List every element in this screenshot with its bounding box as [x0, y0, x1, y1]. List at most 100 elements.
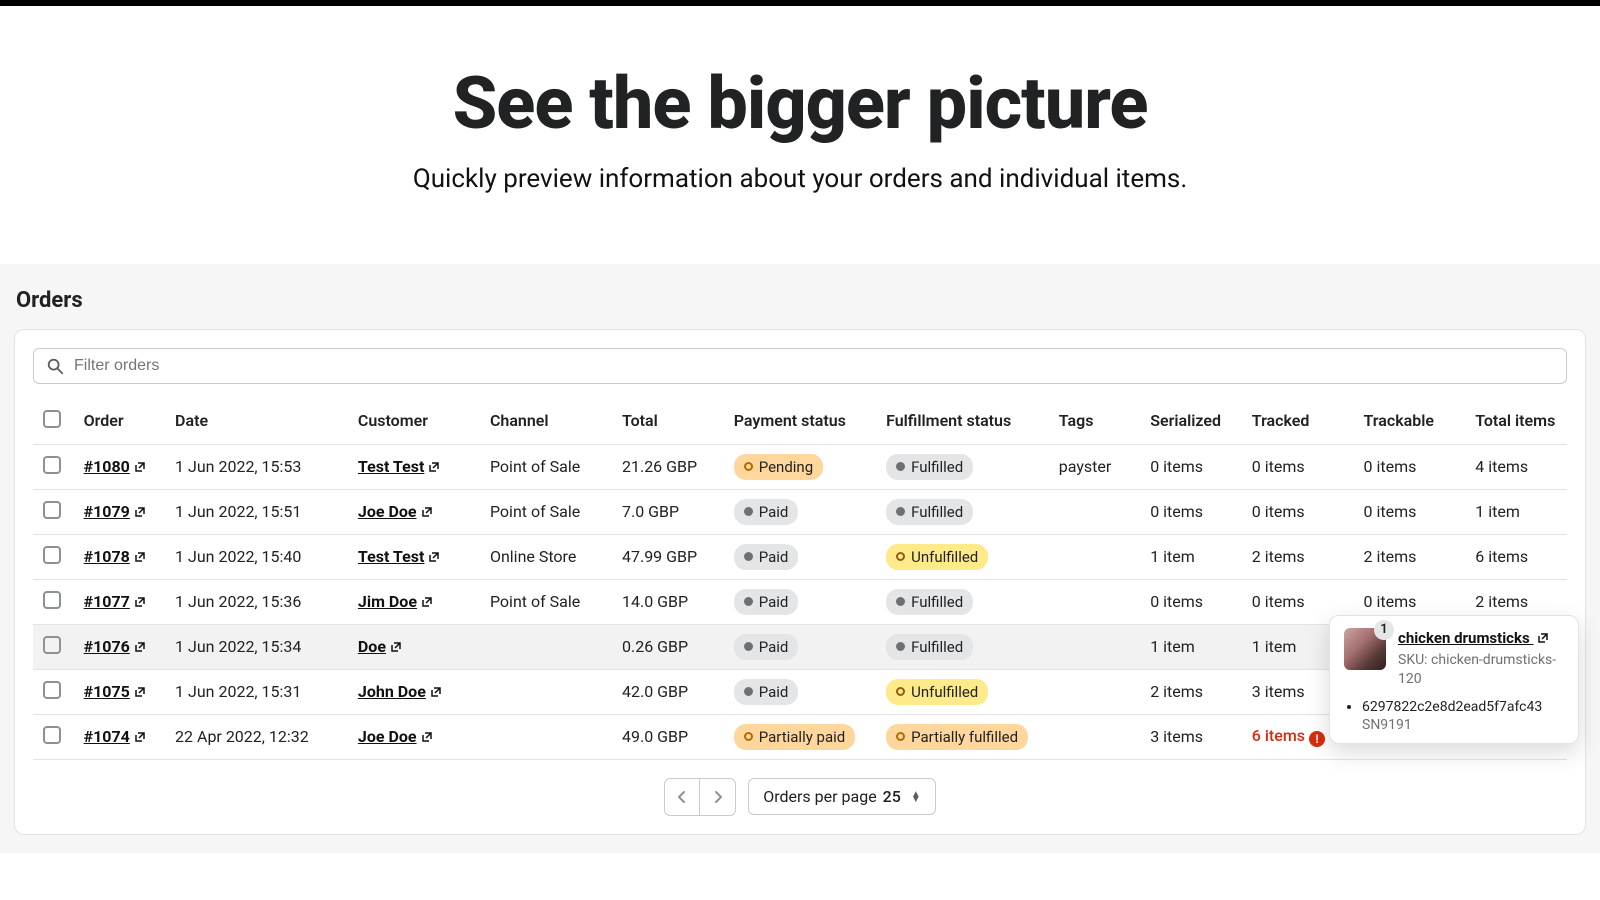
order-link[interactable]: #1077: [84, 592, 130, 611]
col-customer[interactable]: Customer: [348, 398, 480, 445]
col-trackable[interactable]: Trackable: [1354, 398, 1466, 445]
item-serial: 6297822c2e8d2ead5f7afc43: [1362, 699, 1564, 715]
col-total-items[interactable]: Total items: [1465, 398, 1567, 445]
external-link-icon: [134, 506, 146, 518]
status-badge: Fulfilled: [886, 499, 973, 525]
order-tracked: 2 items: [1242, 534, 1354, 579]
order-total: 7.0 GBP: [612, 489, 724, 534]
external-link-icon: [134, 596, 146, 608]
order-date: 1 Jun 2022, 15:40: [165, 534, 348, 579]
col-fulfillment-status[interactable]: Fulfillment status: [876, 398, 1049, 445]
order-channel: [480, 714, 612, 759]
row-checkbox[interactable]: [43, 546, 61, 564]
external-link-icon: [134, 731, 146, 743]
external-link-icon: [421, 506, 433, 518]
order-date: 1 Jun 2022, 15:51: [165, 489, 348, 534]
order-channel: Point of Sale: [480, 444, 612, 489]
customer-link[interactable]: Jim Doe: [358, 592, 417, 611]
sort-arrows-icon: ▲▼: [911, 792, 921, 802]
table-row[interactable]: #1080 1 Jun 2022, 15:53 Test Test Point …: [33, 444, 1567, 489]
external-link-icon: [430, 686, 442, 698]
external-link-icon: [134, 686, 146, 698]
order-tracked: 0 items: [1242, 489, 1354, 534]
order-serialized: 1 item: [1140, 624, 1242, 669]
external-link-icon: [134, 551, 146, 563]
order-date: 22 Apr 2022, 12:32: [165, 714, 348, 759]
order-tags: [1049, 534, 1140, 579]
hero-title: See the bigger picture: [20, 66, 1580, 142]
order-total: 0.26 GBP: [612, 624, 724, 669]
order-total-items: 1 item: [1465, 489, 1567, 534]
order-total: 42.0 GBP: [612, 669, 724, 714]
panel-title: Orders: [16, 288, 1586, 313]
order-date: 1 Jun 2022, 15:31: [165, 669, 348, 714]
row-checkbox[interactable]: [43, 726, 61, 744]
table-row[interactable]: #1079 1 Jun 2022, 15:51 Joe Doe Point of…: [33, 489, 1567, 534]
item-thumbnail: 1: [1344, 628, 1386, 670]
order-link[interactable]: #1075: [84, 682, 130, 701]
filter-input[interactable]: [74, 357, 1554, 375]
order-link[interactable]: #1076: [84, 637, 130, 656]
item-sn: SN9191: [1362, 717, 1564, 733]
table-row[interactable]: #1078 1 Jun 2022, 15:40 Test Test Online…: [33, 534, 1567, 579]
orders-panel: Order Date Customer Channel Total Paymen…: [14, 329, 1586, 835]
col-tags[interactable]: Tags: [1049, 398, 1140, 445]
order-trackable: 2 items: [1354, 534, 1466, 579]
filter-bar[interactable]: [33, 348, 1567, 384]
order-link[interactable]: #1074: [84, 727, 130, 746]
row-checkbox[interactable]: [43, 591, 61, 609]
order-channel: Point of Sale: [480, 579, 612, 624]
col-total[interactable]: Total: [612, 398, 724, 445]
order-link[interactable]: #1080: [84, 457, 130, 476]
external-link-icon: [428, 461, 440, 473]
next-page-button[interactable]: [700, 778, 736, 816]
row-checkbox[interactable]: [43, 501, 61, 519]
item-preview-popover: 1 chicken drumsticks SKU: chicken-drumst…: [1329, 615, 1579, 744]
order-serialized: 0 items: [1140, 489, 1242, 534]
order-tags: payster: [1049, 444, 1140, 489]
order-link[interactable]: #1079: [84, 502, 130, 521]
select-all-checkbox[interactable]: [43, 410, 61, 428]
order-total: 21.26 GBP: [612, 444, 724, 489]
col-date[interactable]: Date: [165, 398, 348, 445]
status-badge: Pending: [734, 454, 823, 480]
row-checkbox[interactable]: [43, 636, 61, 654]
col-channel[interactable]: Channel: [480, 398, 612, 445]
status-badge: Paid: [734, 679, 799, 705]
order-serialized: 2 items: [1140, 669, 1242, 714]
order-total: 14.0 GBP: [612, 579, 724, 624]
row-checkbox[interactable]: [43, 456, 61, 474]
customer-link[interactable]: John Doe: [358, 682, 426, 701]
col-serialized[interactable]: Serialized: [1140, 398, 1242, 445]
customer-link[interactable]: Test Test: [358, 457, 425, 476]
order-tracked: 0 items: [1242, 444, 1354, 489]
col-payment-status[interactable]: Payment status: [724, 398, 876, 445]
status-badge: Fulfilled: [886, 454, 973, 480]
orders-section: Orders Order Date Customer Channel Total…: [0, 264, 1600, 853]
customer-link[interactable]: Joe Doe: [358, 727, 417, 746]
order-serialized: 3 items: [1140, 714, 1242, 759]
order-link[interactable]: #1078: [84, 547, 130, 566]
per-page-value: 25: [883, 787, 901, 806]
status-badge: Unfulfilled: [886, 679, 988, 705]
external-link-icon: [428, 551, 440, 563]
col-order[interactable]: Order: [74, 398, 165, 445]
order-serialized: 1 item: [1140, 534, 1242, 579]
item-title-link[interactable]: chicken drumsticks: [1398, 629, 1549, 647]
customer-link[interactable]: Doe: [358, 637, 386, 656]
status-badge: Paid: [734, 544, 799, 570]
col-tracked[interactable]: Tracked: [1242, 398, 1354, 445]
row-checkbox[interactable]: [43, 681, 61, 699]
per-page-select[interactable]: Orders per page 25 ▲▼: [748, 778, 936, 815]
status-badge: Fulfilled: [886, 634, 973, 660]
order-date: 1 Jun 2022, 15:34: [165, 624, 348, 669]
chevron-right-icon: [713, 790, 723, 804]
chevron-left-icon: [677, 790, 687, 804]
customer-link[interactable]: Test Test: [358, 547, 425, 566]
prev-page-button[interactable]: [664, 778, 700, 816]
status-badge: Paid: [734, 499, 799, 525]
order-tags: [1049, 669, 1140, 714]
customer-link[interactable]: Joe Doe: [358, 502, 417, 521]
order-tags: [1049, 714, 1140, 759]
status-badge: Unfulfilled: [886, 544, 988, 570]
